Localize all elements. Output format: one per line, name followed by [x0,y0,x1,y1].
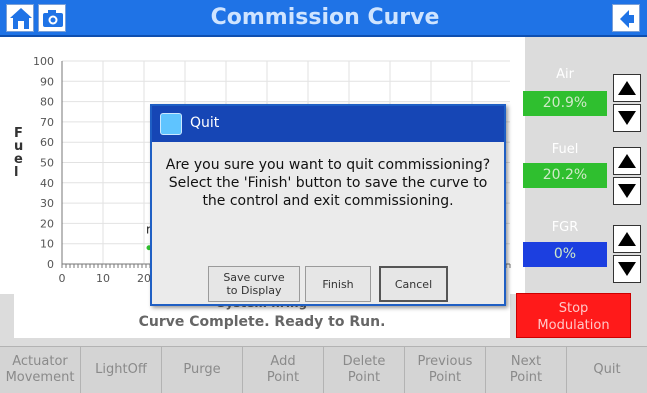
down-arrow-icon [618,184,636,198]
nav-lightoff-button[interactable]: LightOff [81,346,162,393]
dialog-title-bar: Quit [152,106,504,142]
back-arrow-icon [620,10,634,28]
nav-delete-point-button[interactable]: Delete Point [324,346,405,393]
y-tick-label: 50 [40,157,54,170]
y-tick-label: 20 [40,217,54,230]
save-curve-label-1: Save curve [223,271,285,284]
nav-label: Next [510,354,542,369]
nav-add-point-button[interactable]: Add Point [243,346,324,393]
nav-label: Quit [593,362,621,377]
air-value: 20.9% [523,91,607,116]
page-title: Commission Curve [210,5,440,30]
fuel-value: 20.2% [523,163,607,188]
home-icon [10,8,32,29]
dialog-message: Are you sure you want to quit commission… [165,157,491,209]
y-tick-label: 40 [40,177,54,190]
fuel-decrease-button[interactable] [613,177,641,205]
y-tick-label: 100 [33,55,54,68]
y-tick-label: 80 [40,96,54,109]
stop-modulation-button[interactable]: Stop Modulation [516,293,631,338]
up-arrow-icon [618,154,636,168]
y-axis-label: Fuel [14,127,26,179]
y-tick-label: 90 [40,75,54,88]
y-axis-label-char: l [14,165,19,180]
nav-label: Delete [342,354,386,369]
y-tick-label: 0 [47,258,54,271]
y-axis-label-text: Fuel [14,127,26,179]
save-curve-button[interactable]: Save curve to Display [208,266,300,302]
header-bar: Commission Curve [0,0,647,37]
fuel-increase-button[interactable] [613,147,641,175]
y-tick-label: 70 [40,116,54,129]
x-tick-label: 0 [59,272,66,285]
nav-next-point-button[interactable]: Next Point [486,346,567,393]
bottom-nav: Actuator Movement LightOff Purge Add Point… [0,346,647,393]
back-button[interactable] [612,4,640,32]
fgr-label: FGR [551,220,579,235]
save-curve-label-2: to Display [226,284,282,297]
nav-label: Point [428,370,462,385]
air-label: Air [556,67,574,82]
up-arrow-icon [618,232,636,246]
nav-purge-button[interactable]: Purge [162,346,243,393]
stop-modulation-label-1: Stop [558,301,589,316]
down-arrow-icon [618,262,636,276]
finish-button[interactable]: Finish [305,266,371,302]
nav-label: Previous [417,354,473,369]
fgr-value: 0% [523,242,607,267]
nav-label: Actuator [12,354,68,369]
nav-label: Point [509,370,543,385]
y-tick-label: 60 [40,136,54,149]
nav-label: LightOff [95,362,147,377]
down-arrow-icon [618,111,636,125]
fgr-increase-button[interactable] [613,225,641,253]
nav-quit-button[interactable]: Quit [567,346,647,393]
fgr-decrease-button[interactable] [613,255,641,283]
nav-label: Add [270,354,296,369]
y-tick-label: 30 [40,197,54,210]
stop-modulation-label-2: Modulation [537,318,610,333]
nav-label: Purge [183,362,221,377]
nav-label: Movement [5,370,75,385]
app-icon [160,113,182,135]
air-increase-button[interactable] [613,74,641,102]
y-tick-label: 10 [40,238,54,251]
x-tick-label: 10 [96,272,110,285]
status-line-2: Curve Complete. Ready to Run. [138,314,386,330]
cancel-button[interactable]: Cancel [379,266,448,302]
dialog-title: Quit [190,115,220,131]
home-button[interactable] [6,4,34,32]
fuel-label: Fuel [551,142,579,157]
camera-button[interactable] [38,4,66,32]
x-tick-label: 20 [137,272,151,285]
up-arrow-icon [618,81,636,95]
air-decrease-button[interactable] [613,104,641,132]
nav-label: Point [347,370,381,385]
quit-dialog: Quit Are you sure you want to quit commi… [150,104,506,306]
nav-previous-point-button[interactable]: Previous Point [405,346,486,393]
nav-label: Point [266,370,300,385]
nav-actuator-movement-button[interactable]: Actuator Movement [0,346,81,393]
camera-icon [43,10,63,27]
